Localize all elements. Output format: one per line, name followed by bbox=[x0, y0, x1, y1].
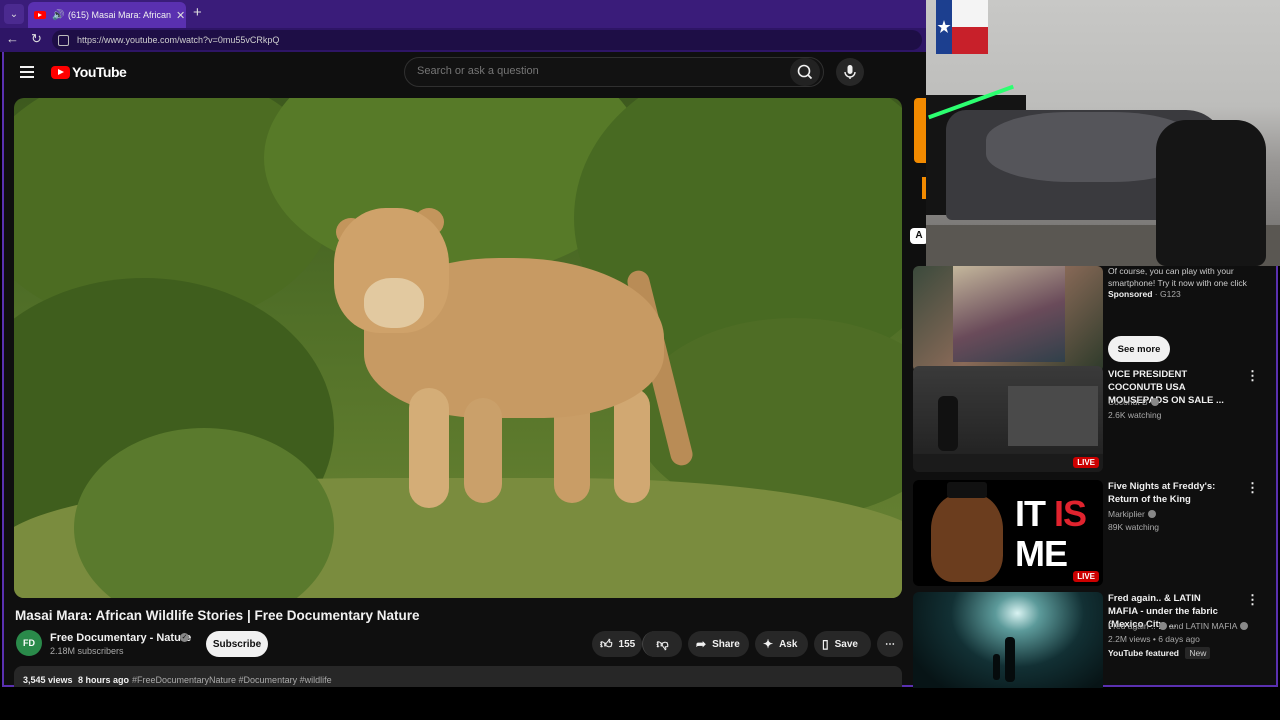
search-button[interactable] bbox=[790, 58, 820, 86]
more-options-icon[interactable]: ⋮ bbox=[1246, 368, 1259, 384]
chevron-down-icon: ⌄ bbox=[9, 8, 19, 20]
more-options-icon[interactable]: ⋮ bbox=[1246, 480, 1259, 496]
search-icon bbox=[797, 64, 813, 80]
verified-icon: ✓ bbox=[180, 633, 189, 642]
see-more-button[interactable]: See more bbox=[1108, 336, 1170, 362]
ad-thumbnail[interactable] bbox=[913, 266, 1103, 372]
recommendation-thumbnail[interactable]: LIVE bbox=[913, 366, 1103, 472]
thumbnail-text: IT IS ME bbox=[1015, 493, 1087, 574]
hashtags[interactable]: #FreeDocumentaryNature #Documentary #wil… bbox=[132, 675, 332, 685]
texas-flag-icon bbox=[936, 0, 988, 54]
voice-search-button[interactable] bbox=[836, 58, 864, 86]
recommendation-meta: 2.6K watching bbox=[1108, 410, 1162, 420]
search-input[interactable] bbox=[415, 64, 779, 78]
thumbs-down-icon: 👎︎ bbox=[656, 636, 669, 651]
share-icon: ➦ bbox=[696, 637, 707, 651]
channel-name[interactable]: Free Documentary - Nature bbox=[50, 632, 191, 644]
site-info-icon[interactable] bbox=[58, 34, 69, 46]
recommendation-channel[interactable]: Coconut B bbox=[1108, 397, 1159, 407]
more-options-icon[interactable]: ⋮ bbox=[1246, 592, 1259, 608]
upload-time: 8 hours ago bbox=[78, 675, 130, 685]
like-count: 155 bbox=[618, 638, 636, 650]
browser-tab-bar: ⌄ 🔊 (615) Masai Mara: African Wil ✕ + bbox=[0, 0, 926, 28]
new-tab-button[interactable]: + bbox=[193, 5, 202, 21]
verified-icon bbox=[1150, 398, 1159, 406]
youtube-favicon-icon bbox=[34, 11, 46, 19]
gaming-chair bbox=[1156, 120, 1266, 266]
channel-avatar[interactable]: FD bbox=[16, 630, 42, 656]
ask-button[interactable]: ✦ Ask bbox=[755, 631, 808, 657]
more-actions-button[interactable]: ⋯ bbox=[877, 631, 903, 657]
back-arrow-icon[interactable]: ← bbox=[6, 31, 19, 46]
search-box bbox=[404, 57, 824, 87]
microphone-icon bbox=[844, 65, 856, 79]
recommendation-channel[interactable]: Fred again .. and LATIN MAFIA bbox=[1108, 621, 1249, 631]
save-label: Save bbox=[834, 638, 858, 650]
recommendation-title[interactable]: Five Nights at Freddy's: Return of the K… bbox=[1108, 480, 1233, 506]
live-badge: LIVE bbox=[1073, 571, 1099, 582]
recommendation-thumbnail[interactable]: IT IS ME LIVE bbox=[913, 480, 1103, 586]
new-badge: New bbox=[1185, 647, 1211, 659]
sparkle-icon: ✦ bbox=[763, 637, 774, 651]
ad-sponsor-name: G123 bbox=[1159, 289, 1181, 299]
bookmark-icon: ▯ bbox=[822, 637, 829, 651]
youtube-logo-text: YouTube bbox=[72, 64, 127, 80]
speaker-icon[interactable]: 🔊 bbox=[52, 10, 64, 21]
reload-icon[interactable]: ↻ bbox=[31, 31, 42, 47]
ask-label: Ask bbox=[779, 638, 798, 650]
thumbs-up-icon: 👍︎ bbox=[600, 636, 613, 651]
screen-bottom-bar bbox=[0, 688, 1280, 720]
share-label: Share bbox=[712, 638, 740, 650]
description-box[interactable]: 3,545 views 8 hours ago #FreeDocumentary… bbox=[14, 666, 902, 687]
video-player[interactable] bbox=[14, 98, 902, 598]
sponsored-label: Sponsored bbox=[1108, 289, 1153, 299]
subscribe-button[interactable]: Subscribe bbox=[206, 631, 268, 657]
browser-toolbar: ← ↻ https://www.youtube.com/watch?v=0mu5… bbox=[0, 28, 926, 52]
verified-icon bbox=[1240, 622, 1249, 630]
address-bar[interactable]: https://www.youtube.com/watch?v=0mu55vCR… bbox=[52, 30, 922, 50]
share-button[interactable]: ➦ Share bbox=[688, 631, 749, 657]
live-badge: LIVE bbox=[1073, 457, 1099, 468]
like-button[interactable]: 👍︎ 155 bbox=[592, 631, 642, 657]
tab-title: (615) Masai Mara: African Wil bbox=[68, 10, 172, 20]
youtube-logo[interactable]: YouTube bbox=[51, 64, 127, 80]
subscriber-count: 2.18M subscribers bbox=[50, 646, 124, 656]
recommendation-meta: 2.2M views • 6 days ago bbox=[1108, 634, 1200, 644]
hamburger-menu-icon[interactable] bbox=[20, 66, 34, 78]
tab-list-button[interactable]: ⌄ bbox=[4, 4, 24, 24]
recommendation-channel[interactable]: Markiplier bbox=[1108, 509, 1156, 519]
video-title: Masai Mara: African Wildlife Stories | F… bbox=[15, 608, 420, 623]
save-button[interactable]: ▯ Save bbox=[814, 631, 871, 657]
youtube-logo-icon bbox=[51, 65, 70, 79]
recommendation-featured: YouTube featured New bbox=[1108, 647, 1211, 659]
ad-description: Of course, you can play with your smartp… bbox=[1108, 266, 1247, 288]
recommendation-thumbnail[interactable] bbox=[913, 592, 1103, 698]
close-tab-icon[interactable]: ✕ bbox=[176, 9, 185, 22]
webcam-overlay bbox=[926, 0, 1280, 266]
more-horizontal-icon: ⋯ bbox=[885, 638, 895, 650]
dislike-button[interactable]: 👎︎ bbox=[642, 631, 682, 657]
browser-tab-active[interactable]: 🔊 (615) Masai Mara: African Wil ✕ bbox=[28, 2, 186, 28]
verified-icon bbox=[1158, 622, 1167, 630]
ad-sponsor-line: Sponsored · G123 bbox=[1108, 289, 1181, 299]
recommendation-meta: 89K watching bbox=[1108, 522, 1160, 532]
url-text: https://www.youtube.com/watch?v=0mu55vCR… bbox=[77, 35, 280, 45]
verified-icon bbox=[1147, 510, 1156, 518]
view-count: 3,545 views bbox=[23, 675, 73, 685]
